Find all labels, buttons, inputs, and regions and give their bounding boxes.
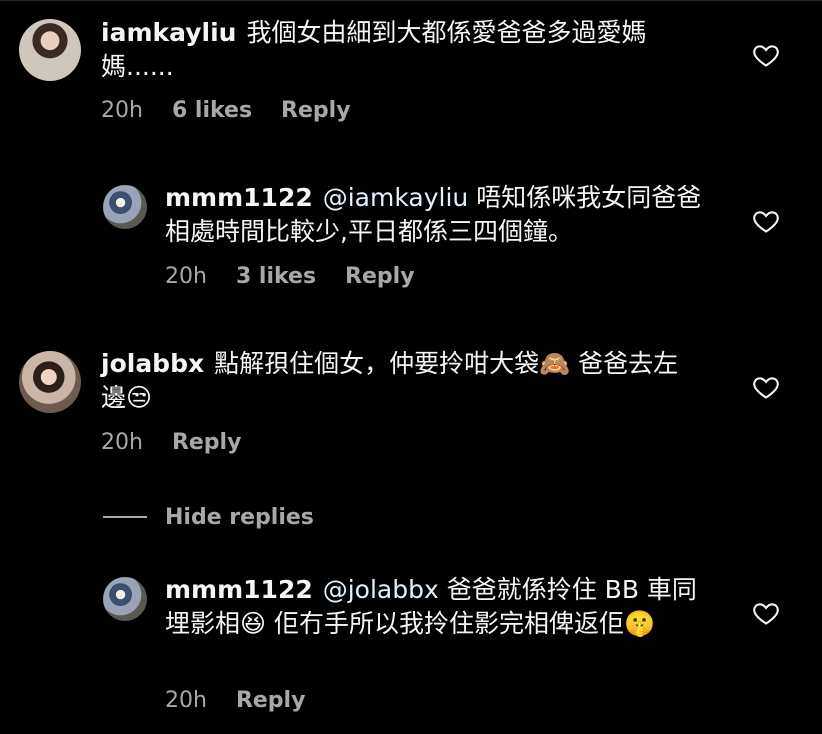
comment-text: iamkayliu 我個女由細到大都係愛爸爸多過愛媽媽......: [101, 16, 701, 84]
comment-meta: 20h Reply: [101, 430, 263, 455]
reply-button[interactable]: Reply: [172, 430, 242, 455]
mention-link[interactable]: @iamkayliu: [323, 183, 469, 212]
reply-button[interactable]: Reply: [281, 98, 351, 123]
avatar[interactable]: [19, 19, 81, 81]
heart-outline-icon[interactable]: [752, 41, 780, 69]
comment-meta: 20h 3 likes Reply: [165, 264, 437, 289]
comment-username[interactable]: mmm1122: [165, 575, 313, 604]
avatar[interactable]: [19, 351, 81, 413]
comment-time: 20h: [165, 688, 207, 713]
comment-likes[interactable]: 3 likes: [236, 264, 316, 289]
comment-time: 20h: [101, 430, 143, 455]
avatar[interactable]: [103, 185, 147, 229]
avatar[interactable]: [103, 577, 147, 621]
reply-button[interactable]: Reply: [345, 264, 415, 289]
comment-text: mmm1122 @jolabbx 爸爸就係拎住 BB 車同埋影相😆 佢冇手所以我拎…: [165, 573, 710, 641]
comment-username[interactable]: mmm1122: [165, 183, 313, 212]
comment-text: mmm1122 @iamkayliu 唔知係咪我女同爸爸相處時間比較少,平日都係三…: [165, 181, 705, 249]
hide-replies-divider: [103, 516, 147, 518]
comment-username[interactable]: jolabbx: [101, 349, 204, 378]
comment-likes[interactable]: 6 likes: [172, 98, 252, 123]
comment-time: 20h: [101, 98, 143, 123]
heart-outline-icon[interactable]: [752, 373, 780, 401]
heart-outline-icon[interactable]: [752, 207, 780, 235]
top-divider: [0, 0, 822, 1]
comment-text: jolabbx 點解孭住個女，仲要拎咁大袋🙈 爸爸去左邊😒: [101, 347, 701, 415]
hide-replies-label: Hide replies: [165, 504, 314, 530]
heart-outline-icon[interactable]: [752, 599, 780, 627]
mention-link[interactable]: @jolabbx: [323, 575, 439, 604]
reply-button[interactable]: Reply: [236, 688, 306, 713]
comment-username[interactable]: iamkayliu: [101, 18, 236, 47]
comment-meta: 20h 6 likes Reply: [101, 98, 373, 123]
comment-time: 20h: [165, 264, 207, 289]
comment-meta: 20h Reply: [165, 688, 327, 713]
hide-replies-button[interactable]: Hide replies: [103, 500, 314, 534]
